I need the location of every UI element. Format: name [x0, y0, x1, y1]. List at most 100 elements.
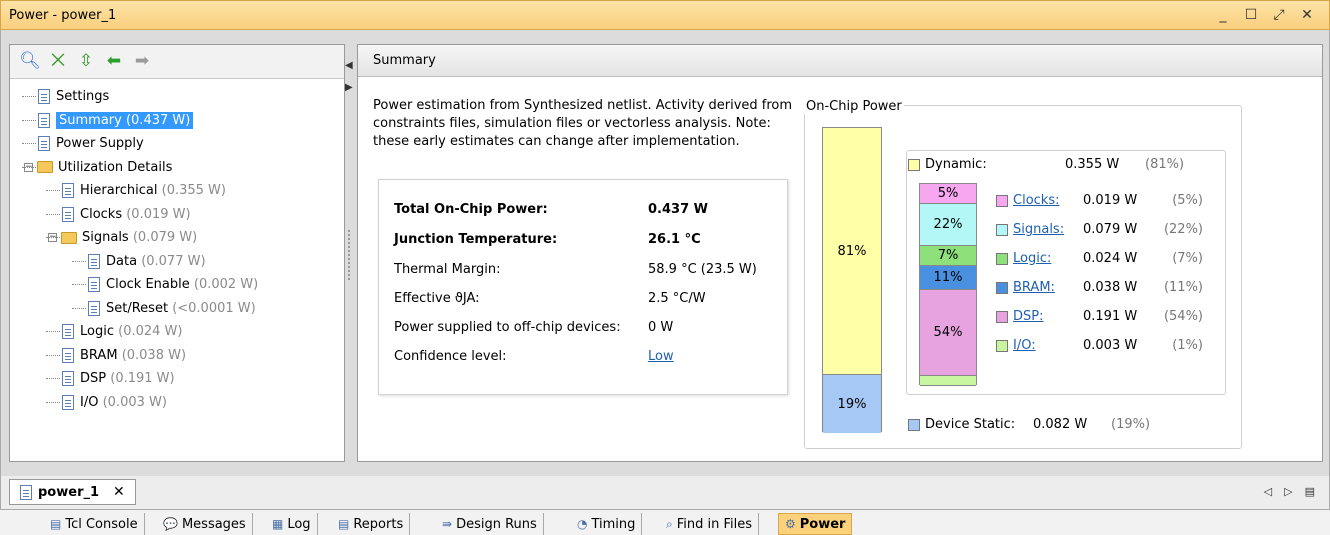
- collapse-right-icon[interactable]: ▶: [345, 82, 353, 93]
- folder-icon: [61, 231, 77, 244]
- tree-item-data[interactable]: Data (0.077 W): [16, 250, 336, 274]
- info-key: Effective ϑJA:: [394, 291, 480, 306]
- scroll-right-icon[interactable]: ▷: [1284, 485, 1292, 498]
- design-runs-icon: ⇛: [442, 517, 453, 531]
- close-tab-icon[interactable]: ✕: [113, 484, 125, 500]
- tree-item-hierarchical[interactable]: Hierarchical (0.355 W): [16, 179, 336, 203]
- bottom-tab-timing[interactable]: ◔ Timing: [571, 513, 643, 535]
- legend-link[interactable]: Signals:: [1013, 222, 1073, 237]
- document-icon: [38, 112, 50, 128]
- tree-item-i-o[interactable]: I/O (0.003 W): [16, 391, 336, 415]
- dynamic-swatch: [908, 158, 920, 171]
- bar-segment-logic: 7%: [920, 246, 976, 266]
- bar-segment-signals: 22%: [920, 204, 976, 246]
- info-key: Power supplied to off-chip devices:: [394, 320, 621, 335]
- power-tree: Settings Summary (0.437 W) Power Supply − Ut…: [16, 85, 336, 414]
- confidence-link[interactable]: Low: [648, 349, 674, 364]
- tree-guide: [46, 331, 60, 332]
- tree-item-set-reset[interactable]: Set/Reset (<0.0001 W): [16, 297, 336, 321]
- legend-link[interactable]: BRAM:: [1013, 280, 1073, 295]
- info-row-effective-tja: Effective ϑJA: 2.5 °C/W: [394, 291, 784, 306]
- tree-item-label: Clocks (0.019 W): [80, 207, 191, 222]
- tree-item-name: Power Supply: [56, 136, 144, 152]
- tree-item-name: Set/Reset: [106, 300, 169, 316]
- legend-pct: (1%): [1172, 338, 1203, 353]
- tree-item-utilization-details[interactable]: − Utilization Details: [16, 156, 336, 180]
- legend-pct: (22%): [1163, 222, 1203, 237]
- bottom-tab-label: Timing: [591, 516, 636, 532]
- document-icon: [38, 89, 50, 105]
- maximize-icon[interactable]: ☐: [1243, 7, 1259, 23]
- legend-row-logic: Logic: 0.024 W (7%): [996, 251, 1226, 266]
- tree-item-label: Utilization Details: [58, 160, 172, 175]
- info-value: 0 W: [648, 320, 674, 335]
- scroll-left-icon[interactable]: ◁: [1264, 485, 1272, 498]
- bar-segment-label: 7%: [937, 248, 959, 263]
- window-titlebar: Power - power_1 _ ☐ ⤢ ✕: [0, 0, 1330, 30]
- bottom-tab-messages[interactable]: 💬 Messages: [157, 513, 253, 535]
- legend-row-clocks: Clocks: 0.019 W (5%): [996, 193, 1226, 208]
- bottom-tab-design-runs[interactable]: ⇛ Design Runs: [436, 513, 544, 535]
- collapse-left-icon[interactable]: ◀: [345, 60, 353, 71]
- tree-guide: [72, 284, 86, 285]
- search-icon[interactable]: 🔍︎: [19, 52, 41, 72]
- info-value: 58.9 °C (23.5 W): [648, 262, 757, 277]
- tree-item-power-supply[interactable]: Power Supply: [16, 132, 336, 156]
- document-icon: [62, 371, 74, 387]
- tree-guide: [72, 260, 86, 262]
- info-row-total-power: Total On-Chip Power: 0.437 W: [394, 202, 784, 217]
- tree-item-logic[interactable]: Logic (0.024 W): [16, 320, 336, 344]
- bottom-tab-power[interactable]: ⚙ Power: [778, 513, 853, 535]
- static-watts: 0.082 W: [1033, 417, 1088, 432]
- tree-item-value: (0.077 W): [141, 253, 206, 269]
- tcl-console-icon: ▤: [50, 517, 62, 531]
- tree-item-dsp[interactable]: DSP (0.191 W): [16, 367, 336, 391]
- back-arrow-icon[interactable]: ⬅: [104, 52, 124, 72]
- info-row-thermal-margin: Thermal Margin: 58.9 °C (23.5 W): [394, 262, 784, 277]
- tree-item-name: I/O: [80, 394, 99, 410]
- legend-pct: (54%): [1163, 309, 1203, 324]
- splitter-handle[interactable]: [348, 230, 350, 280]
- tree-item-name: Clock Enable: [106, 277, 190, 293]
- doc-tab-power-1[interactable]: power_1 ✕: [9, 479, 136, 505]
- expand-all-icon[interactable]: ⇳: [76, 52, 96, 72]
- bottom-tab-reports[interactable]: ▤ Reports: [332, 513, 411, 535]
- legend-link[interactable]: DSP:: [1013, 309, 1073, 324]
- tree-item-summary[interactable]: Summary (0.437 W): [16, 109, 336, 133]
- legend-row-bram: BRAM: 0.038 W (11%): [996, 280, 1226, 295]
- tree-item-bram[interactable]: BRAM (0.038 W): [16, 344, 336, 368]
- info-value: 2.5 °C/W: [648, 291, 706, 306]
- tab-list-icon[interactable]: ▤: [1305, 485, 1315, 498]
- bottom-tab-tcl-console[interactable]: ▤ Tcl Console: [44, 513, 145, 535]
- close-icon[interactable]: ✕: [1299, 7, 1315, 23]
- info-row-junction-temp: Junction Temperature: 26.1 °C: [394, 232, 784, 247]
- tree-item-value: (0.355 W): [161, 183, 226, 199]
- legend-pct: (7%): [1172, 251, 1203, 266]
- tree-guide: [46, 190, 60, 191]
- tree-item-signals[interactable]: − Signals (0.079 W): [16, 226, 336, 250]
- bottom-tab-label: Design Runs: [456, 516, 537, 532]
- tree-item-clocks[interactable]: Clocks (0.019 W): [16, 203, 336, 227]
- static-pct: (19%): [1111, 417, 1151, 432]
- bottom-tab-label: Find in Files: [676, 516, 753, 532]
- tree-item-settings[interactable]: Settings: [16, 85, 336, 109]
- legend-swatch: [996, 310, 1008, 323]
- legend-link[interactable]: I/O:: [1013, 338, 1073, 353]
- float-icon[interactable]: ⤢: [1271, 7, 1287, 23]
- find-in-files-icon: ⌕: [666, 516, 673, 531]
- legend-swatch: [996, 194, 1008, 207]
- minimize-icon[interactable]: _: [1215, 7, 1231, 23]
- bottom-tab-find-in-files[interactable]: ⌕ Find in Files: [660, 513, 760, 535]
- document-icon: [62, 394, 74, 410]
- legend-row-signals: Signals: 0.079 W (22%): [996, 222, 1226, 237]
- legend-link[interactable]: Logic:: [1013, 251, 1073, 266]
- forward-arrow-icon[interactable]: ➡: [132, 52, 152, 72]
- legend-link[interactable]: Clocks:: [1013, 193, 1073, 208]
- summary-description: Power estimation from Synthesized netlis…: [373, 98, 793, 149]
- reports-icon: ▤: [338, 517, 350, 531]
- collapse-all-icon[interactable]: ⨉: [48, 52, 68, 72]
- window-title: Power - power_1: [9, 7, 117, 23]
- dynamic-watts: 0.355 W: [1065, 157, 1120, 172]
- bottom-tab-log[interactable]: ▦ Log: [266, 513, 318, 535]
- tree-item-clock-enable[interactable]: Clock Enable (0.002 W): [16, 273, 336, 297]
